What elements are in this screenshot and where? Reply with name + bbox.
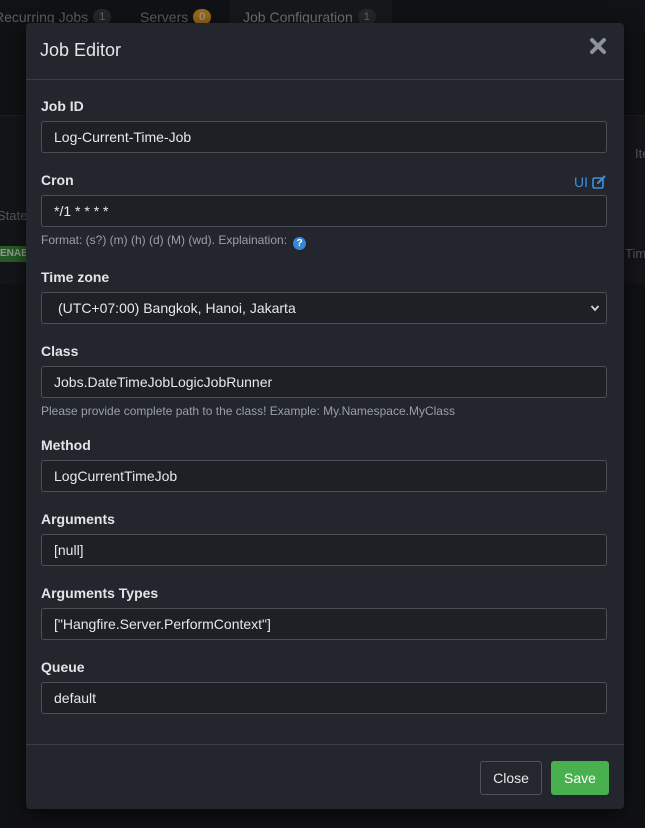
time-zone-label: Time zone [41, 269, 110, 285]
arguments-input[interactable]: [null] [41, 534, 607, 566]
class-input[interactable]: Jobs.DateTimeJobLogicJobRunner [41, 366, 607, 398]
save-button[interactable]: Save [551, 761, 609, 795]
time-zone-selected: (UTC+07:00) Bangkok, Hanoi, Jakarta [58, 300, 296, 316]
close-icon[interactable] [588, 36, 608, 56]
arguments-types-label: Arguments Types [41, 585, 159, 601]
class-label: Class [41, 343, 79, 359]
cron-help: Format: (s?) (m) (h) (d) (M) (wd). Expla… [41, 233, 307, 250]
question-circle-icon[interactable]: ? [293, 237, 307, 250]
queue-label: Queue [41, 659, 85, 675]
method-label: Method [41, 437, 91, 453]
arguments-label: Arguments [41, 511, 115, 527]
cron-label: Cron [41, 172, 74, 188]
close-button[interactable]: Close [480, 761, 542, 795]
modal-title: Job Editor [40, 40, 122, 60]
cron-input[interactable]: */1 * * * * [41, 195, 607, 227]
class-help: Please provide complete path to the clas… [41, 404, 455, 418]
method-input[interactable]: LogCurrentTimeJob [41, 460, 607, 492]
edit-square-icon [592, 175, 606, 189]
cron-ui-link-label: UI [574, 174, 588, 190]
queue-input[interactable]: default [41, 682, 607, 714]
time-zone-select[interactable]: (UTC+07:00) Bangkok, Hanoi, Jakarta [41, 292, 607, 324]
job-id-input[interactable]: Log-Current-Time-Job [41, 121, 607, 153]
modal-footer: Close Save [26, 744, 624, 810]
modal-header: Job Editor [26, 23, 624, 80]
cron-ui-link[interactable]: UI [574, 174, 606, 190]
job-editor-modal: Job Editor Job ID Log-Current-Time-Job C… [26, 23, 624, 809]
cron-help-text: Format: (s?) (m) (h) (d) (M) (wd). Expla… [41, 233, 288, 247]
job-id-label: Job ID [41, 98, 84, 114]
arguments-types-input[interactable]: ["Hangfire.Server.PerformContext"] [41, 608, 607, 640]
chevron-down-icon [590, 305, 600, 312]
